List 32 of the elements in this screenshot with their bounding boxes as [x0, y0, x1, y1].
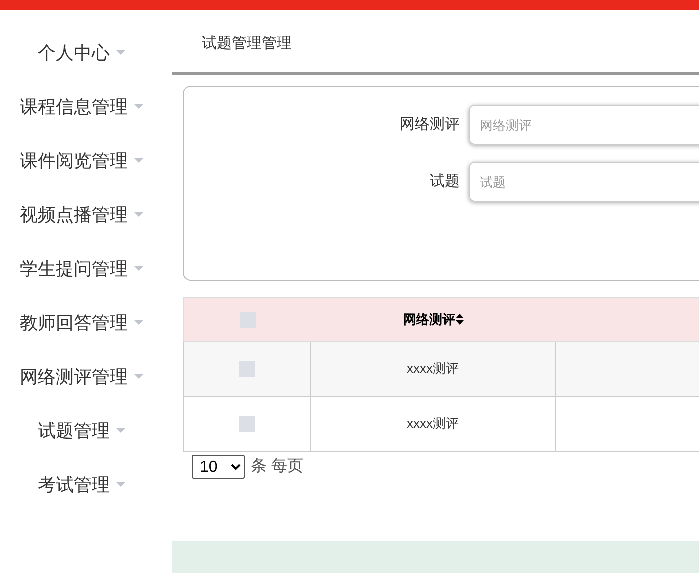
sidebar-item[interactable]: 课件阅览管理: [0, 134, 164, 188]
sidebar-item[interactable]: 网络测评管理: [0, 350, 164, 404]
sidebar-item[interactable]: 课程信息管理: [0, 80, 164, 134]
checkbox[interactable]: [239, 416, 255, 432]
field-label: 网络测评: [399, 114, 461, 135]
page-title: 试题管理管理: [202, 34, 292, 54]
sort-icon[interactable]: [456, 314, 464, 325]
table-cell-text: xxxx测评: [407, 360, 459, 378]
checkbox[interactable]: [240, 312, 256, 328]
sidebar-item[interactable]: 个人中心: [0, 26, 164, 80]
checkbox[interactable]: [239, 361, 255, 377]
field-label: 试题: [429, 172, 461, 192]
caret-icon: [116, 482, 126, 488]
caret-icon: [134, 266, 144, 272]
caret-icon: [116, 50, 126, 56]
caret-icon: [116, 428, 126, 434]
sidebar-item[interactable]: 学生提问管理: [0, 242, 164, 296]
caret-icon: [134, 320, 144, 326]
table-cell-text: xxxx测评: [407, 415, 459, 434]
input-field[interactable]: 试题: [469, 162, 699, 202]
sidebar-item[interactable]: 考试管理: [0, 458, 164, 512]
caret-icon: [134, 212, 144, 218]
column-header[interactable]: 网络测评: [404, 310, 456, 330]
sidebar-item[interactable]: 视频点播管理: [0, 188, 164, 242]
caret-icon: [134, 374, 144, 380]
sidebar-item[interactable]: 试题管理: [0, 404, 164, 458]
input-field[interactable]: 网络测评: [469, 105, 699, 145]
sidebar-item[interactable]: 教师回答管理: [0, 296, 164, 350]
caret-icon: [134, 104, 144, 110]
page-size-select[interactable]: 10: [192, 455, 245, 479]
caret-icon: [134, 158, 144, 164]
page-size-label: 条 每页: [251, 457, 304, 477]
